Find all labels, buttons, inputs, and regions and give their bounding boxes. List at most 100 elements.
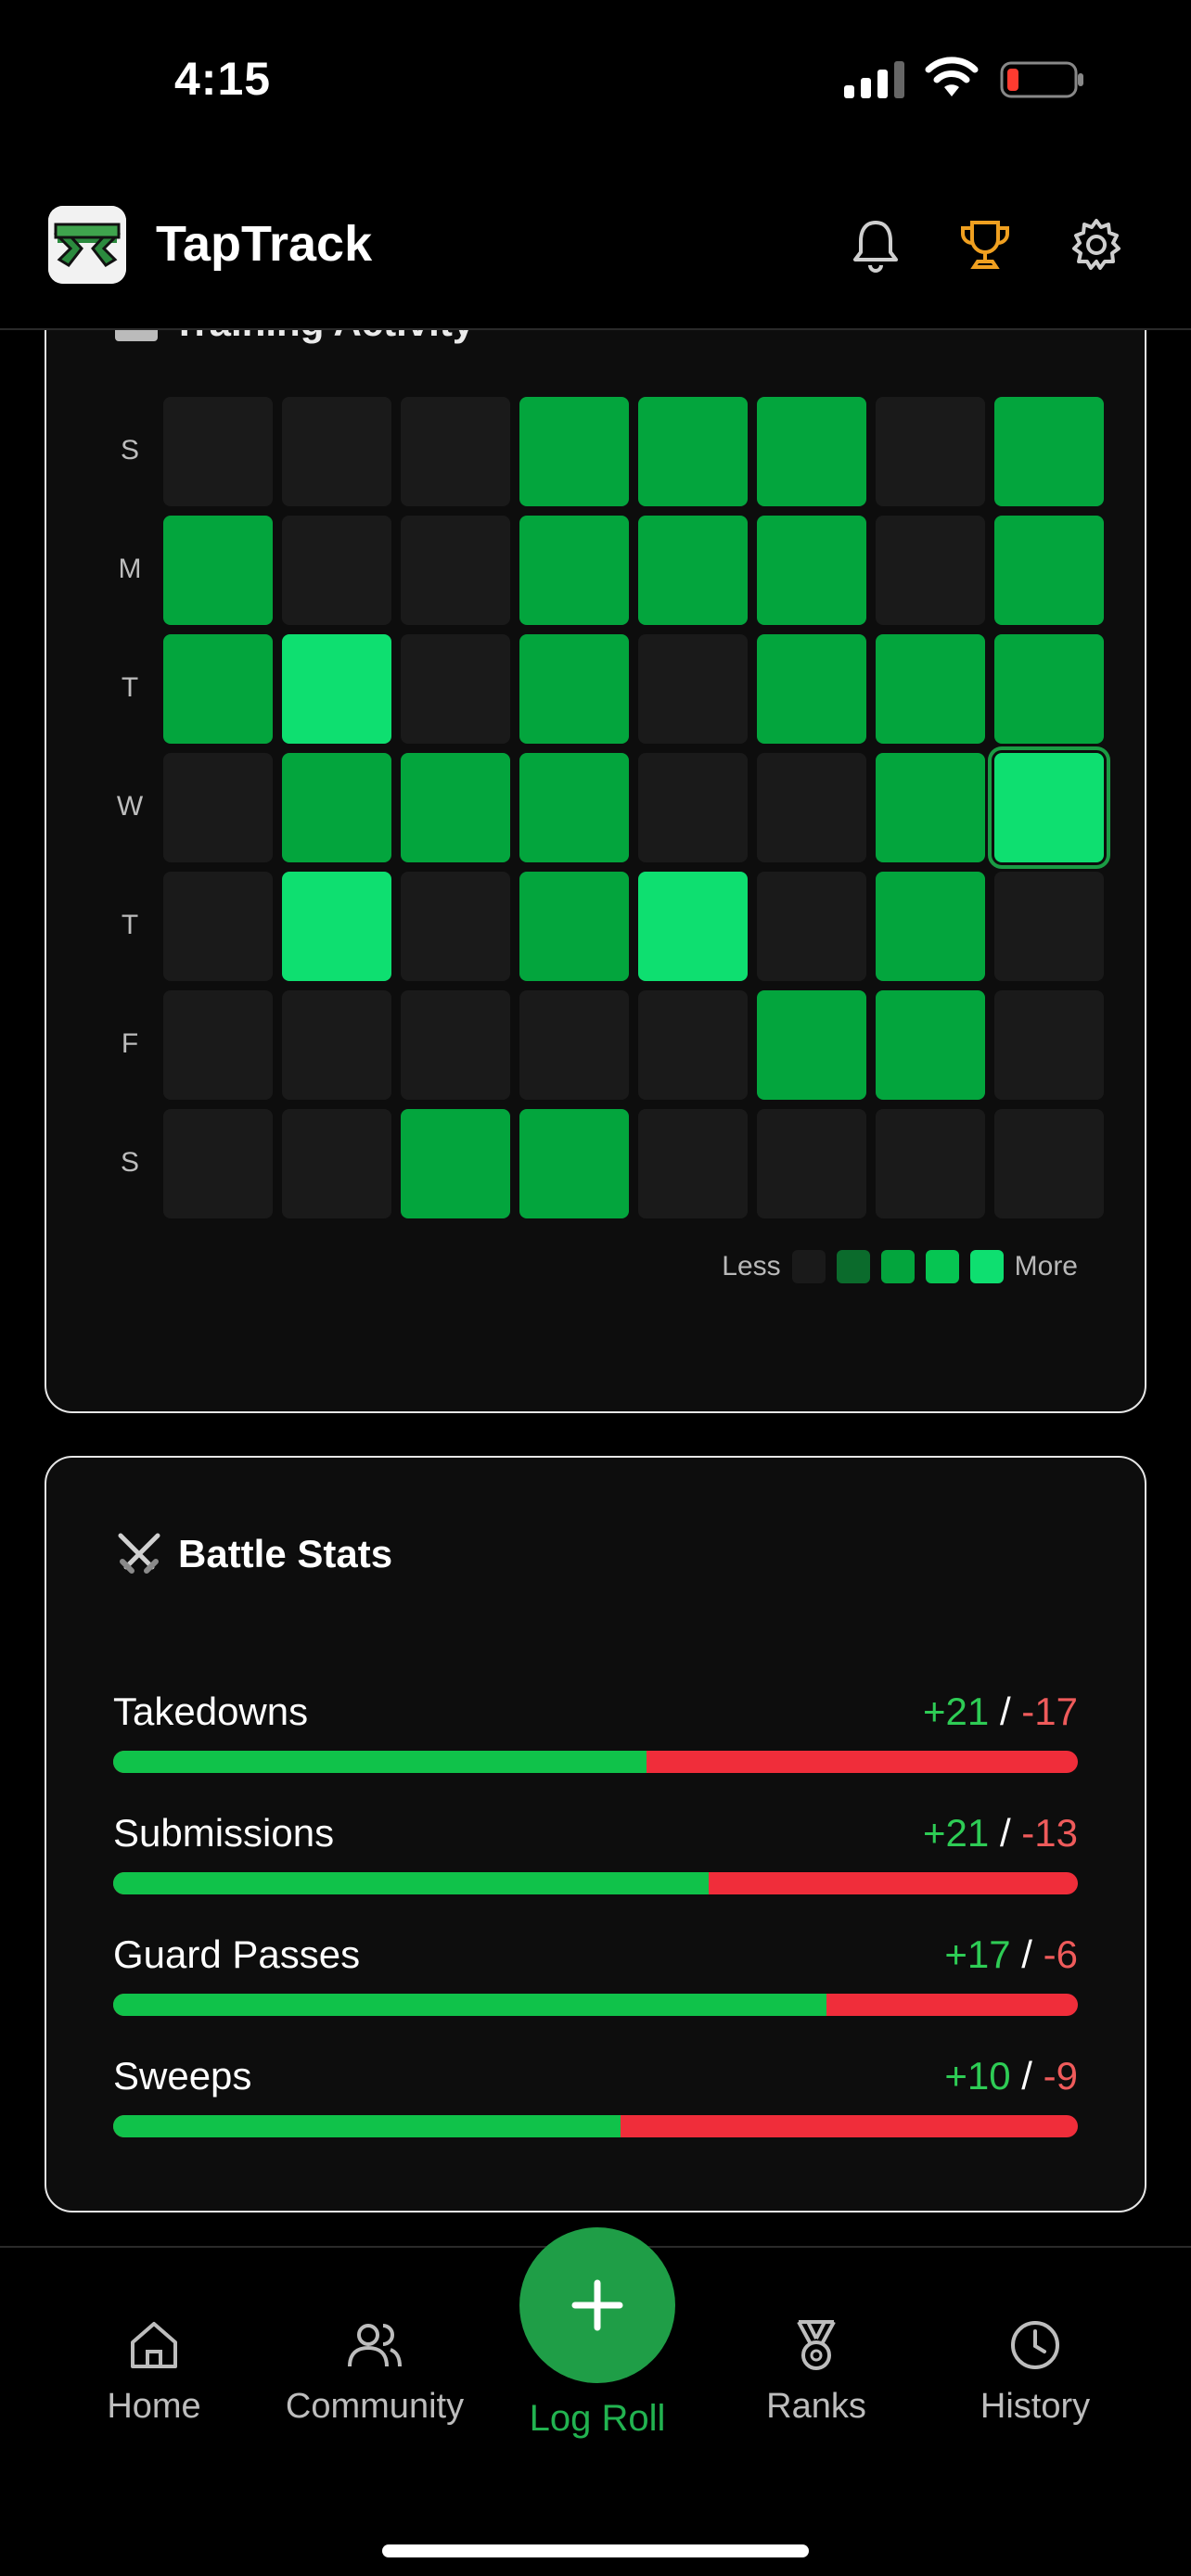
bell-icon[interactable] bbox=[846, 215, 905, 274]
activity-cell[interactable] bbox=[876, 990, 985, 1100]
activity-cell[interactable] bbox=[163, 1109, 273, 1218]
stat-row: Guard Passes +17 / -6 bbox=[113, 1932, 1078, 2025]
stat-losses: -6 bbox=[1043, 1932, 1078, 1976]
activity-cell[interactable] bbox=[163, 990, 273, 1100]
stat-name: Takedowns bbox=[113, 1690, 309, 1733]
log-roll-label[interactable]: Log Roll bbox=[482, 2398, 712, 2440]
legend-swatch-3 bbox=[925, 1250, 959, 1283]
activity-legend: Less More bbox=[722, 1248, 1078, 1285]
activity-cell[interactable] bbox=[876, 872, 985, 981]
activity-cell[interactable] bbox=[757, 753, 866, 862]
activity-cell[interactable] bbox=[757, 516, 866, 625]
stat-name: Guard Passes bbox=[113, 1932, 361, 1976]
stat-row: Takedowns +21 / -17 bbox=[113, 1690, 1078, 1782]
stat-separator: / bbox=[1010, 1932, 1044, 1976]
log-roll-button[interactable] bbox=[519, 2227, 675, 2383]
activity-cell[interactable] bbox=[519, 397, 629, 506]
activity-cell[interactable] bbox=[519, 872, 629, 981]
activity-cell[interactable] bbox=[163, 872, 273, 981]
stat-name: Sweeps bbox=[113, 2054, 252, 2098]
app-logo bbox=[48, 206, 126, 284]
activity-cell[interactable] bbox=[757, 397, 866, 506]
users-icon bbox=[348, 2324, 402, 2367]
activity-cell[interactable] bbox=[401, 634, 510, 744]
activity-cell[interactable] bbox=[282, 516, 391, 625]
activity-cell[interactable] bbox=[282, 634, 391, 744]
activity-cell[interactable] bbox=[994, 516, 1104, 625]
gear-icon[interactable] bbox=[1067, 215, 1126, 274]
activity-cell[interactable] bbox=[163, 397, 273, 506]
training-title: Training Activity bbox=[173, 330, 474, 345]
day-label: S bbox=[120, 1147, 139, 1178]
activity-cell[interactable] bbox=[282, 872, 391, 981]
activity-cell[interactable] bbox=[876, 753, 985, 862]
activity-cell[interactable] bbox=[401, 753, 510, 862]
signal-icon bbox=[844, 61, 904, 98]
activity-cell[interactable] bbox=[757, 872, 866, 981]
activity-cell[interactable] bbox=[638, 753, 748, 862]
main-content[interactable]: Training Activity S M T W T F S Less More Batt… bbox=[0, 330, 1191, 2246]
activity-cell[interactable] bbox=[994, 634, 1104, 744]
activity-cell[interactable] bbox=[282, 990, 391, 1100]
activity-cell[interactable] bbox=[401, 872, 510, 981]
legend-swatch-4 bbox=[969, 1250, 1004, 1283]
stat-losses: -17 bbox=[1021, 1690, 1078, 1733]
activity-cell[interactable] bbox=[994, 397, 1104, 506]
activity-cell[interactable] bbox=[519, 990, 629, 1100]
activity-cell[interactable] bbox=[638, 872, 748, 981]
activity-cell[interactable] bbox=[757, 634, 866, 744]
activity-cell[interactable] bbox=[994, 1109, 1104, 1218]
nav-ranks[interactable]: Ranks bbox=[714, 2315, 918, 2427]
activity-cell[interactable] bbox=[519, 1109, 629, 1218]
stat-wins: +10 bbox=[944, 2054, 1011, 2098]
home-icon bbox=[131, 2322, 177, 2368]
activity-cell[interactable] bbox=[876, 516, 985, 625]
activity-cell[interactable] bbox=[876, 1109, 985, 1218]
activity-cell[interactable] bbox=[401, 990, 510, 1100]
activity-cell[interactable] bbox=[282, 753, 391, 862]
activity-cell[interactable] bbox=[401, 516, 510, 625]
activity-cell[interactable] bbox=[876, 634, 985, 744]
activity-cell[interactable] bbox=[757, 1109, 866, 1218]
activity-cell[interactable] bbox=[638, 397, 748, 506]
stat-bar bbox=[113, 1751, 1078, 1773]
activity-cell[interactable] bbox=[638, 1109, 748, 1218]
stat-bar-fill bbox=[113, 1751, 647, 1773]
activity-cell[interactable] bbox=[163, 634, 273, 744]
activity-cell[interactable] bbox=[519, 753, 629, 862]
nav-history[interactable]: History bbox=[933, 2315, 1137, 2427]
activity-cell[interactable] bbox=[638, 990, 748, 1100]
day-label: W bbox=[116, 791, 144, 822]
stat-bar bbox=[113, 2115, 1078, 2137]
stat-separator: / bbox=[989, 1690, 1022, 1733]
activity-cell[interactable] bbox=[638, 516, 748, 625]
day-label: F bbox=[121, 1028, 139, 1059]
activity-cell[interactable] bbox=[876, 397, 985, 506]
battle-stats-card: Battle Stats Takedowns +21 / -17 Submissio… bbox=[45, 1456, 1146, 2213]
nav-home-label: Home bbox=[107, 2387, 201, 2426]
day-label: S bbox=[120, 435, 139, 465]
battle-stats-title: Battle Stats bbox=[178, 1532, 393, 1575]
wifi-icon bbox=[925, 57, 979, 96]
activity-cell[interactable] bbox=[163, 516, 273, 625]
activity-cell[interactable] bbox=[163, 753, 273, 862]
activity-cell[interactable] bbox=[757, 990, 866, 1100]
trophy-icon[interactable] bbox=[955, 215, 1015, 274]
activity-grid bbox=[163, 397, 1110, 1220]
nav-community[interactable]: Community bbox=[273, 2315, 477, 2427]
activity-cell[interactable] bbox=[401, 397, 510, 506]
activity-cell[interactable] bbox=[282, 397, 391, 506]
nav-home[interactable]: Home bbox=[52, 2315, 256, 2427]
stat-separator: / bbox=[989, 1811, 1022, 1855]
nav-ranks-label: Ranks bbox=[766, 2387, 866, 2426]
activity-cell[interactable] bbox=[638, 634, 748, 744]
nav-history-label: History bbox=[980, 2387, 1091, 2426]
activity-cell[interactable] bbox=[519, 634, 629, 744]
activity-cell[interactable] bbox=[401, 1109, 510, 1218]
activity-cell[interactable] bbox=[994, 872, 1104, 981]
activity-cell[interactable] bbox=[988, 746, 1110, 869]
activity-cell[interactable] bbox=[282, 1109, 391, 1218]
battery-icon bbox=[1000, 61, 1083, 98]
activity-cell[interactable] bbox=[994, 990, 1104, 1100]
activity-cell[interactable] bbox=[519, 516, 629, 625]
